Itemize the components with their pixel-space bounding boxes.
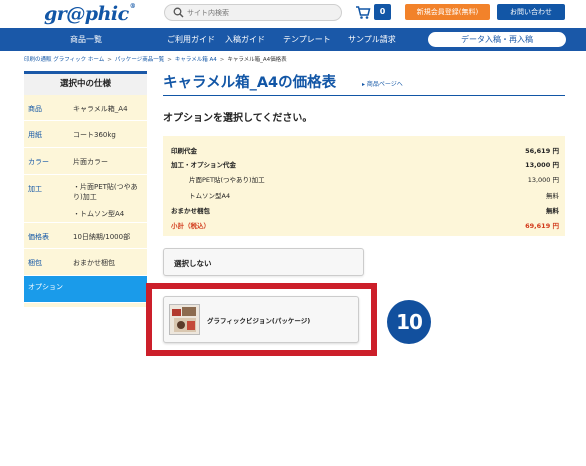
price-summary: 印刷代金 56,619 円 加工・オプション代金 13,000 円 片面PET貼… [163,136,565,236]
spec-key: 梱包 [28,259,42,267]
breadcrumb-package-list[interactable]: パッケージ商品一覧 [115,57,164,63]
spec-key: オプション [28,283,63,291]
nav-item-submission-guide[interactable]: 入稿ガイド [225,28,265,51]
spec-row-paper: 用紙 コート360kg [24,121,147,148]
logo-text: gr@phic [44,3,129,25]
spec-row-option[interactable]: オプション [24,276,147,303]
title-divider [163,95,565,96]
spec-key: カラー [28,158,49,166]
price-value: 13,000 円 [525,161,559,169]
spec-row-processing: 加工 ・片面PET貼(つやあり)加工 ・トムソン型A4 [24,175,147,223]
option-none-label: 選択しない [174,259,212,268]
breadcrumb-separator: > [107,57,112,63]
cart-count-badge[interactable]: 0 [374,4,391,20]
spec-key: 加工 [28,185,42,193]
graphic-logo[interactable]: gr@phic® [44,3,136,25]
package-thumbnail-icon [169,304,200,335]
nav-item-products[interactable]: 商品一覧 [70,28,102,51]
option-instruction: オプションを選択してください。 [163,113,313,124]
price-value: 13,000 円 [527,176,559,184]
spec-value-secondary: ・トムソン型A4 [73,210,125,218]
spec-value: 10日納期/1000部 [73,233,131,241]
price-value: 無料 [546,207,559,215]
spec-value: コート360kg [73,131,116,139]
spec-row-packing: 梱包 おまかせ梱包 [24,249,147,276]
sidebar-footer [24,303,147,307]
price-row-printing: 印刷代金 56,619 円 [163,143,565,156]
spec-value: 片面カラー [73,158,108,166]
step-number-badge: 10 [387,300,431,344]
breadcrumb-separator: > [167,57,172,63]
price-label: 小計（税込） [171,222,210,230]
contact-button[interactable]: お問い合わせ [497,4,565,20]
nav-item-guide[interactable]: ご利用ガイド [167,28,215,51]
price-row-thomson-die: トムソン型A4 無料 [163,188,565,201]
price-value: 69,619 円 [525,222,559,230]
spec-row-product: 商品 キャラメル箱_A4 [24,95,147,121]
page-title: キャラメル箱_A4の価格表 [163,75,337,91]
price-label: トムソン型A4 [189,192,231,200]
sidebar-heading: 選択中の仕様 [24,71,147,95]
breadcrumb-caramel-box[interactable]: キャラメル箱 A4 [175,57,217,63]
option-none-button[interactable]: 選択しない [163,248,364,276]
spec-sidebar: 商品 キャラメル箱_A4 用紙 コート360kg カラー 片面カラー 加工 ・片… [24,95,147,303]
spec-value: ・片面PET貼(つやあり)加工 [73,183,138,201]
logo-registered-mark: ® [129,3,136,10]
search-box[interactable] [164,4,342,21]
price-row-subtotal: 小計（税込） 69,619 円 [163,218,565,231]
nav-item-templates[interactable]: テンプレート [283,28,331,51]
breadcrumb-current: キャラメル箱_A4価格表 [227,57,287,63]
price-label: 加工・オプション代金 [171,161,236,169]
spec-row-color: カラー 片面カラー [24,148,147,175]
spec-row-price-table: 価格表 10日納期/1000部 [24,223,147,249]
option-graphic-vision-label: グラフィックビジョン(パッケージ) [207,317,311,325]
search-input[interactable] [187,6,337,19]
price-row-pet-lamination: 片面PET貼(つやあり)加工 13,000 円 [163,172,565,185]
price-label: 印刷代金 [171,147,197,155]
spec-value: キャラメル箱_A4 [73,105,128,113]
data-upload-button[interactable]: データ入稿・再入稿 [428,32,566,47]
spec-key: 価格表 [28,233,49,241]
breadcrumb: 印刷の通販 グラフィック ホーム > パッケージ商品一覧 > キャラメル箱 A4 > キャラ… [24,55,287,63]
main-nav: 商品一覧 ご利用ガイド 入稿ガイド テンプレート サンプル請求 データ入稿・再入… [0,28,586,51]
search-icon [173,7,184,18]
product-page-link[interactable]: ▸ 商品ページへ [362,79,403,88]
spec-key: 用紙 [28,131,42,139]
spec-value: おまかせ梱包 [73,259,115,267]
site-header: gr@phic® 0 新規会員登録(無料) お問い合わせ [0,0,586,27]
price-row-options: 加工・オプション代金 13,000 円 [163,157,565,170]
price-row-packing: おまかせ梱包 無料 [163,203,565,216]
price-value: 無料 [546,192,559,200]
cart-icon[interactable] [355,4,371,20]
register-button[interactable]: 新規会員登録(無料) [405,4,490,20]
breadcrumb-separator: > [219,57,225,63]
option-graphic-vision-button[interactable]: グラフィックビジョン(パッケージ) [163,296,359,343]
nav-item-sample-request[interactable]: サンプル請求 [348,28,396,51]
price-label: 片面PET貼(つやあり)加工 [189,176,265,184]
price-value: 56,619 円 [525,147,559,155]
price-label: おまかせ梱包 [171,207,210,215]
spec-key: 商品 [28,105,42,113]
breadcrumb-home[interactable]: 印刷の通販 グラフィック ホーム [24,57,104,63]
